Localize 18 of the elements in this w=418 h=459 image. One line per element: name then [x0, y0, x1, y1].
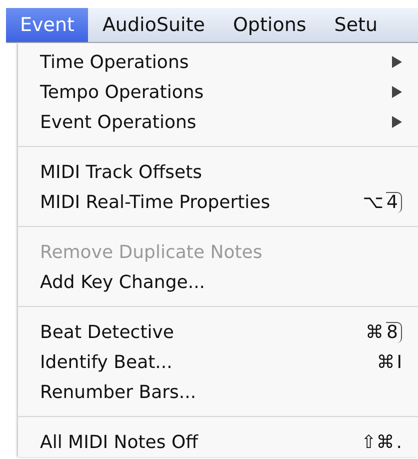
menu-item[interactable]: Beat Detective ⌘ 8	[18, 317, 418, 347]
menu-title[interactable]: Event	[6, 8, 88, 42]
menu-title[interactable]: Setu	[320, 8, 392, 42]
keyboard-shortcut: ⌘ 8	[366, 322, 402, 342]
keyboard-shortcut: ⇧⌘.	[361, 432, 402, 452]
menu-item[interactable]: Event Operations	[18, 107, 418, 137]
keyboard-shortcut: ⌘I	[376, 352, 402, 372]
menu-item[interactable]: Identify Beat... ⌘I	[18, 347, 418, 377]
menu-title[interactable]: Options	[218, 8, 320, 42]
menu-item[interactable]: All MIDI Notes Off ⇧⌘.	[18, 427, 418, 457]
menu-item[interactable]: Time Operations	[18, 47, 418, 77]
menu-item[interactable]: Renumber Bars...	[18, 377, 418, 407]
menu-item[interactable]: Add Key Change...	[18, 267, 418, 297]
menu-item[interactable]: MIDI Track Offsets	[18, 157, 418, 187]
keyboard-shortcut: ⌥ 4	[362, 192, 402, 212]
menu-item[interactable]: Tempo Operations	[18, 77, 418, 107]
menu-item[interactable]: MIDI Real-Time Properties ⌥ 4	[18, 187, 418, 217]
menu-title[interactable]: AudioSuite	[88, 8, 219, 42]
